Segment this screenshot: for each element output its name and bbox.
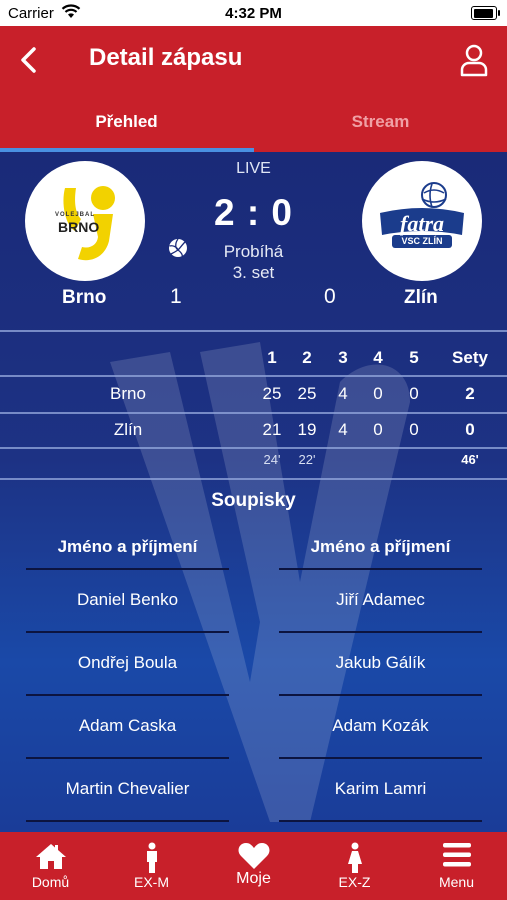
tabbar-label: Domů: [31, 874, 70, 890]
home-player[interactable]: Ondřej Boula: [26, 653, 229, 673]
table-row-team: Zlín: [113, 420, 143, 439]
away-roster-header: Jméno a příjmení: [310, 537, 451, 556]
set-header-4: 4: [373, 348, 383, 367]
table-cell: 0: [409, 384, 419, 403]
home-player[interactable]: Martin Chevalier: [26, 779, 229, 799]
heart-icon: [238, 843, 269, 869]
total-duration: 46': [461, 452, 479, 467]
table-cell: 4: [338, 420, 348, 439]
table-row-divider: [0, 447, 507, 449]
set-header-3: 3: [338, 348, 348, 367]
tabbar-label: Menu: [438, 874, 475, 890]
tabbar-label: Moje: [236, 870, 271, 887]
live-label: LIVE: [236, 160, 271, 177]
divider: [26, 694, 229, 696]
tabbar-label: EX-Z: [338, 874, 371, 890]
home-player[interactable]: Daniel Benko: [26, 590, 229, 610]
table-cell: 0: [373, 420, 383, 439]
table-row-divider: [0, 412, 507, 414]
back-arrow-icon[interactable]: [16, 44, 44, 76]
home-player[interactable]: Adam Caska: [26, 716, 229, 736]
table-row-divider: [0, 375, 507, 377]
away-sets-won: 0: [324, 285, 336, 308]
divider: [26, 631, 229, 633]
rosters-title: Soupisky: [211, 490, 296, 511]
tabbar-item-ex-z[interactable]: EX-Z: [304, 832, 405, 900]
home-team-name: Brno: [62, 287, 107, 308]
home-icon: [35, 844, 66, 869]
divider: [0, 330, 507, 332]
tabbar-label: EX-M: [134, 874, 169, 890]
current-set: 3. set: [232, 263, 275, 282]
divider: [26, 820, 229, 822]
tabbar-item-home[interactable]: Domů: [0, 832, 101, 900]
divider: [279, 757, 482, 759]
tab-overview[interactable]: Přehled: [0, 94, 253, 152]
user-profile-icon[interactable]: [459, 43, 489, 77]
table-cell: 0: [373, 384, 383, 403]
match-detail: VOLEJBAL BRNO fatra VSC ZLÍN LIVE 2 : 0 …: [0, 152, 507, 832]
battery-icon: [471, 6, 500, 20]
away-player[interactable]: Jiří Adamec: [279, 590, 482, 610]
table-cell: 19: [297, 420, 317, 439]
table-cell: 25: [297, 384, 317, 403]
male-icon: [146, 842, 157, 873]
away-player[interactable]: Jakub Gálík: [279, 653, 482, 673]
app-header: Detail zápasu: [0, 26, 507, 94]
table-cell: 4: [338, 384, 348, 403]
set-duration: 22': [298, 452, 316, 467]
sets-total-header: Sety: [452, 348, 488, 367]
home-sets-won: 1: [170, 285, 182, 308]
table-cell-total: 0: [465, 420, 475, 439]
divider: [279, 631, 482, 633]
tab-stream[interactable]: Stream: [254, 94, 507, 152]
bottom-tab-bar: Domů EX-M Moje EX-Z Menu: [0, 832, 507, 900]
table-row-team: Brno: [110, 384, 146, 403]
set-header-5: 5: [409, 348, 419, 367]
set-header-2: 2: [302, 348, 312, 367]
match-status: Probíhá: [223, 242, 284, 261]
status-bar: Carrier 4:32 PM: [0, 0, 507, 26]
divider: [0, 478, 507, 480]
divider: [279, 568, 482, 570]
divider: [26, 757, 229, 759]
female-icon: [347, 842, 362, 873]
tabbar-item-ex-m[interactable]: EX-M: [101, 832, 202, 900]
table-cell: 0: [409, 420, 419, 439]
page-title: Detail zápasu: [89, 44, 243, 71]
tabbar-item-moje[interactable]: Moje: [203, 832, 304, 900]
table-cell-total: 2: [465, 384, 475, 403]
table-cell: 21: [262, 420, 282, 439]
clock: 4:32 PM: [225, 5, 282, 22]
away-team-name: Zlín: [404, 287, 438, 308]
tabbar-item-menu[interactable]: Menu: [406, 832, 507, 900]
divider: [279, 694, 482, 696]
away-player[interactable]: Karim Lamri: [279, 779, 482, 799]
set-duration: 24': [263, 452, 281, 467]
home-roster-header: Jméno a příjmení: [57, 537, 198, 556]
table-cell: 25: [262, 384, 282, 403]
match-score: 2 : 0: [213, 192, 294, 233]
divider: [279, 820, 482, 822]
divider: [26, 568, 229, 570]
menu-icon: [442, 843, 471, 867]
set-header-1: 1: [267, 348, 277, 367]
away-player[interactable]: Adam Kozák: [279, 716, 482, 736]
tab-bar-top: Přehled Stream: [0, 94, 507, 152]
